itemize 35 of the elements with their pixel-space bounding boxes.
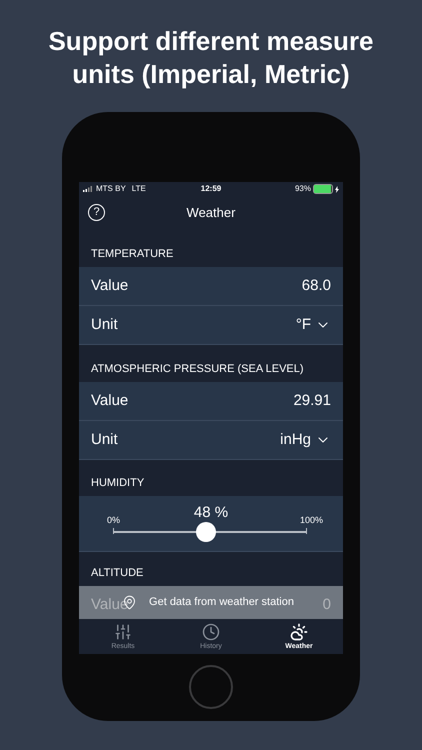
row-label: Value bbox=[91, 276, 128, 296]
toast-text: Get data from weather station bbox=[149, 595, 294, 610]
status-time: 12:59 bbox=[200, 183, 222, 195]
cloud-sun-icon bbox=[290, 622, 308, 640]
network: LTE bbox=[132, 183, 146, 195]
row-label: Value bbox=[91, 594, 128, 615]
slider-thumb[interactable] bbox=[196, 522, 216, 542]
section-header: ALTITUDE bbox=[91, 566, 144, 580]
setting-row[interactable]: Unit °F bbox=[79, 306, 343, 345]
slider-min-label: 0% bbox=[107, 514, 120, 527]
sliders-icon bbox=[114, 622, 132, 640]
slider-max-label: 100% bbox=[300, 514, 323, 527]
setting-row[interactable]: Value 29.91 bbox=[79, 382, 343, 421]
row-label: Value bbox=[91, 390, 128, 411]
charging-icon bbox=[335, 186, 339, 192]
row-value: °F bbox=[296, 314, 311, 335]
help-button[interactable]: ? bbox=[88, 204, 105, 221]
setting-row[interactable]: Unit inHg bbox=[79, 421, 343, 460]
slider-reading: 48 % bbox=[194, 504, 228, 522]
section-header: TEMPERATURE bbox=[91, 246, 174, 262]
nav-title: Weather bbox=[186, 204, 236, 222]
row-label: Unit bbox=[91, 430, 118, 450]
row-label: Unit bbox=[91, 314, 118, 335]
setting-row[interactable]: Value 68.0 bbox=[79, 267, 343, 306]
battery-percent: 93% bbox=[294, 183, 311, 195]
row-value: 0 bbox=[322, 594, 331, 615]
row-value: 68.0 bbox=[302, 276, 331, 296]
row-value: inHg bbox=[280, 430, 311, 450]
headline: Support different measure units (Imperial, Metric) bbox=[47, 25, 375, 91]
row-value: 29.91 bbox=[293, 390, 331, 411]
signal-icon bbox=[83, 186, 93, 192]
section-header: HUMIDITY bbox=[91, 476, 144, 490]
carrier: MTS BY bbox=[96, 183, 126, 195]
section-header: ATMOSPHERIC PRESSURE (SEA LEVEL) bbox=[91, 362, 304, 376]
clock-icon bbox=[202, 622, 220, 640]
